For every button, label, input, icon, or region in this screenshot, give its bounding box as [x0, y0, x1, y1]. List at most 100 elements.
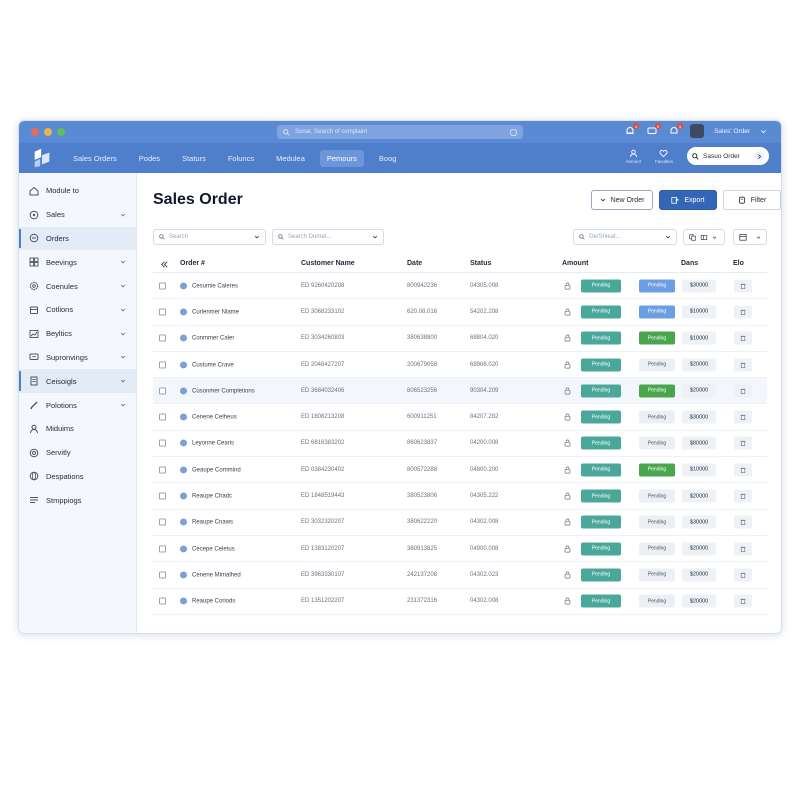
delete-button[interactable]: [734, 594, 752, 608]
delete-button[interactable]: [734, 331, 752, 345]
status-badge[interactable]: Pending: [639, 358, 675, 372]
table-row[interactable]: Curlenmer Nlame ED 3068233102 620.08.016 54…: [153, 299, 767, 326]
row-checkbox[interactable]: [159, 518, 166, 526]
order-name-cell[interactable]: Reaupe Chadc: [180, 492, 232, 500]
sidebar-item-despations[interactable]: Despations: [19, 465, 136, 489]
nav-item-podes[interactable]: Podes: [139, 154, 160, 163]
column-dans[interactable]: Dans: [681, 260, 698, 267]
delete-button[interactable]: [734, 463, 752, 477]
nav-item-staturs[interactable]: Staturs: [182, 154, 206, 163]
global-search-input[interactable]: Sonar, Search of complaint: [277, 125, 523, 139]
order-name-cell[interactable]: Custume Crave: [180, 360, 234, 368]
status-badge[interactable]: Pending: [639, 542, 675, 556]
sidebar-item-ceisoigls[interactable]: Ceisoigls: [19, 369, 136, 394]
status-badge[interactable]: Pending: [639, 594, 675, 608]
status-badge[interactable]: Pending: [639, 436, 675, 450]
table-row[interactable]: Cecepe Celetus ED 1383120207 380913825 0490…: [153, 536, 767, 563]
order-name-cell[interactable]: Cenene Celheus: [180, 413, 237, 421]
table-row[interactable]: Cesumie Caleres ED 9260420208 800942236 043…: [153, 273, 767, 300]
column-elo[interactable]: Elo: [733, 260, 744, 267]
notification-button[interactable]: 4: [624, 123, 640, 138]
table-row[interactable]: Reaupe Cnaws ED 3032320207 380622220 04302.…: [153, 510, 767, 536]
nav-item-foluncs[interactable]: Foluncs: [228, 154, 254, 163]
nav-item-medulea[interactable]: Medulea: [276, 154, 305, 163]
sidebar-item-stmppiogs[interactable]: Stmppiogs: [19, 488, 136, 512]
sidebar-item-servitly[interactable]: Servitly: [19, 441, 136, 465]
status-badge[interactable]: Pending: [639, 331, 675, 345]
column-order[interactable]: Order #: [180, 260, 205, 267]
sidebar-item-polotions[interactable]: Polotions: [19, 393, 136, 417]
app-logo-icon[interactable]: [31, 147, 53, 169]
delete-button[interactable]: [734, 568, 752, 582]
search-input[interactable]: Search: [153, 229, 266, 245]
status-badge[interactable]: Pending: [639, 515, 675, 529]
table-row[interactable]: Custume Crave ED 2048427207 200679058 68906…: [153, 352, 767, 379]
sidebar-item-cotlions[interactable]: Cotlions: [19, 298, 136, 322]
row-checkbox[interactable]: [159, 545, 166, 553]
order-name-cell[interactable]: Reaupe Cnaws: [180, 518, 233, 526]
calendar-button[interactable]: [733, 229, 767, 245]
customer-search-input[interactable]: Search Dumet...: [272, 229, 384, 245]
alerts-button[interactable]: 5: [668, 123, 684, 138]
filter-button[interactable]: Filter: [723, 190, 781, 210]
export-button[interactable]: Export: [659, 190, 717, 210]
messages-button[interactable]: 5: [646, 123, 662, 138]
table-row[interactable]: Cusonmer Completions ED 3684032406 8065232…: [153, 378, 767, 405]
table-row[interactable]: Cenene Celheus ED 1808213208 600911251 8420…: [153, 404, 767, 431]
sidebar-item-supronvings[interactable]: Supronvings: [19, 346, 136, 370]
delete-button[interactable]: [734, 436, 752, 450]
delete-button[interactable]: [734, 410, 752, 424]
delete-button[interactable]: [734, 358, 752, 372]
delete-button[interactable]: [734, 305, 752, 319]
settings-icon[interactable]: [510, 128, 517, 136]
delete-button[interactable]: [734, 542, 752, 556]
faculties-nav-button[interactable]: Faculties: [655, 149, 673, 164]
table-row[interactable]: Geaupe Commind ED 0384230402 800572288 0480…: [153, 457, 767, 484]
row-checkbox[interactable]: [159, 439, 166, 447]
table-row[interactable]: Reaupe Chadc ED 1848519443 380523806 04305.…: [153, 483, 767, 510]
delete-button[interactable]: [734, 384, 752, 398]
table-row[interactable]: Conmmer Caler ED 3034260803 380638800 68804…: [153, 326, 767, 352]
status-badge[interactable]: Pending: [639, 279, 675, 293]
order-name-cell[interactable]: Cenene Mimalhed: [180, 571, 241, 578]
row-checkbox[interactable]: [159, 597, 166, 605]
view-toggle-button[interactable]: [683, 229, 725, 245]
order-search-input[interactable]: Oe/Shleat...: [573, 229, 677, 245]
table-row[interactable]: Reaupe Coriods ED 1351202207 231372316 0430…: [153, 589, 767, 615]
status-badge[interactable]: Pending: [639, 384, 675, 398]
column-customer[interactable]: Customer Name: [301, 260, 355, 267]
user-name[interactable]: Sales' Order: [714, 128, 750, 135]
sidebar-item-miduims[interactable]: Miduims: [19, 417, 136, 441]
sidebar-item-beyltics[interactable]: Beyltics: [19, 322, 136, 346]
order-name-cell[interactable]: Reaupe Coriods: [180, 597, 235, 605]
row-checkbox[interactable]: [159, 492, 166, 500]
chevron-down-icon[interactable]: [760, 128, 767, 135]
amount-nav-button[interactable]: Amount: [625, 149, 641, 164]
order-name-cell[interactable]: Cecepe Celetus: [180, 545, 235, 552]
sidebar-item-beevings[interactable]: Beevings: [19, 250, 136, 274]
order-name-cell[interactable]: Cesumie Caleres: [180, 282, 238, 289]
close-window-button[interactable]: [31, 128, 39, 136]
row-checkbox[interactable]: [159, 571, 166, 579]
row-checkbox[interactable]: [159, 466, 166, 474]
order-name-cell[interactable]: Cusonmer Completions: [180, 387, 255, 394]
status-badge[interactable]: Pending: [639, 410, 675, 424]
nav-item-sales-orders[interactable]: Sales Orders: [73, 154, 117, 163]
row-checkbox[interactable]: [159, 361, 166, 369]
sidebar-item-sales[interactable]: Sales: [19, 203, 136, 227]
new-order-button[interactable]: New Order: [591, 190, 653, 210]
column-status[interactable]: Status: [470, 260, 491, 267]
minimize-window-button[interactable]: [44, 128, 52, 136]
order-name-cell[interactable]: Conmmer Caler: [180, 334, 234, 342]
row-checkbox[interactable]: [159, 282, 166, 290]
table-row[interactable]: Leyonne Cearis ED 6816383202 860623837 0420…: [153, 431, 767, 458]
column-amount[interactable]: Amount: [562, 260, 588, 267]
collapse-icon[interactable]: [161, 261, 168, 268]
row-checkbox[interactable]: [159, 334, 166, 342]
sidebar-item-coenules[interactable]: Coenules: [19, 274, 136, 298]
row-checkbox[interactable]: [159, 387, 166, 395]
sidebar-item-orders[interactable]: Orders: [19, 226, 136, 251]
nav-item-boog[interactable]: Boog: [379, 154, 397, 163]
order-name-cell[interactable]: Geaupe Commind: [180, 466, 241, 473]
user-avatar[interactable]: [690, 124, 705, 138]
